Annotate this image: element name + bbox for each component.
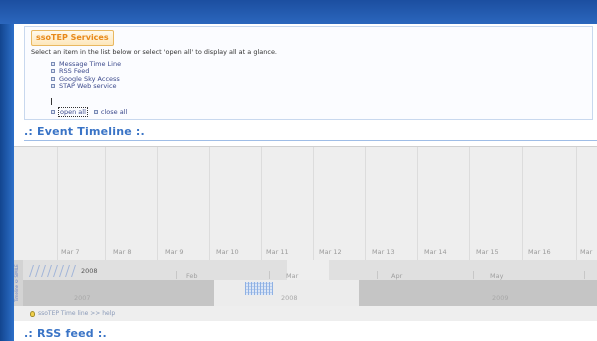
timeline-day-label: Mar 9 [165,248,184,256]
service-item-stap-web-service[interactable]: STAP Web service [51,82,121,91]
timeline-gridline [469,147,470,275]
event-timeline-header: .: Event Timeline :. [24,125,145,138]
timeline-overview-marker [245,282,273,295]
timeline-day-label: Mar 14 [424,248,447,256]
timeline-month-tick [473,271,474,279]
expand-bullet-icon [51,84,55,89]
expand-bullet-icon [51,61,55,66]
timeline-gridline [365,147,366,275]
close-all-link[interactable]: close all [101,108,127,116]
timeline-month-tick [269,271,270,279]
timeline-day-label: Mar 16 [528,248,551,256]
timeline-gridline [209,147,210,275]
timeline-month-tick [584,271,585,279]
services-list: Message Time Line RSS Feed Google Sky Ac… [51,60,121,90]
window-left-background [0,24,14,341]
timeline-day-label: Mar 15 [476,248,499,256]
window-top-background [0,0,597,24]
timeline-day-label: Mar [580,248,593,256]
services-title: ssoTEP Services [31,30,114,46]
timeline-month-label: May [490,272,504,280]
lightbulb-icon [30,310,35,317]
timeline-gridline [313,147,314,275]
timeline-gridline [576,147,577,275]
open-all-bullet-icon [51,110,55,114]
timeline-gridline [522,147,523,275]
timeline-overview-highlight [214,280,359,306]
timeline-gridline [105,147,106,275]
timeline-day-label: Mar 8 [113,248,132,256]
timeline-day-label: Mar 13 [372,248,395,256]
page-content: ssoTEP Services Select an item in the li… [14,24,597,341]
services-actions: open all close all [51,107,127,117]
expand-bullet-icon [51,76,55,81]
timeline-gridline [157,147,158,275]
event-timeline-rule [24,140,597,141]
close-all-bullet-icon [93,110,98,114]
timeline-month-label: Feb [186,272,198,280]
timeline-credit: Timeline © SIMILE [14,260,23,306]
timeline-gridline [261,147,262,275]
timeline-overview-year: 2007 [74,294,91,302]
timeline-month-tick [176,271,177,279]
service-item-label: STAP Web service [59,82,117,91]
services-intro: Select an item in the list below or sele… [31,48,278,56]
services-panel: ssoTEP Services Select an item in the li… [24,26,593,120]
timeline-overview-year: 2009 [492,294,509,302]
timeline-day-label: Mar 10 [216,248,239,256]
timeline-gridline [57,147,58,275]
open-all-link[interactable]: open all [58,107,88,117]
timeline-month-tick [377,271,378,279]
timeline-month-label: Mar [286,272,299,280]
timeline-day-label: Mar 7 [61,248,80,256]
timeline-gridline [417,147,418,275]
timeline-year-label: 2008 [81,267,98,275]
expand-bullet-icon [51,69,55,74]
timeline-help-link[interactable]: ssoTEP Time line >> help [30,310,115,317]
rss-feed-header: .: RSS feed :. [24,327,107,340]
timeline-day-label: Mar 12 [319,248,342,256]
event-timeline[interactable]: Mar 7 Mar 8 Mar 9 Mar 10 Mar 11 Mar 12 M… [14,146,597,321]
timeline-overview-year: 2008 [281,294,298,302]
text-cursor [51,98,52,105]
timeline-month-label: Apr [391,272,403,280]
timeline-help-label: ssoTEP Time line >> help [38,310,116,317]
timeline-day-label: Mar 11 [266,248,289,256]
